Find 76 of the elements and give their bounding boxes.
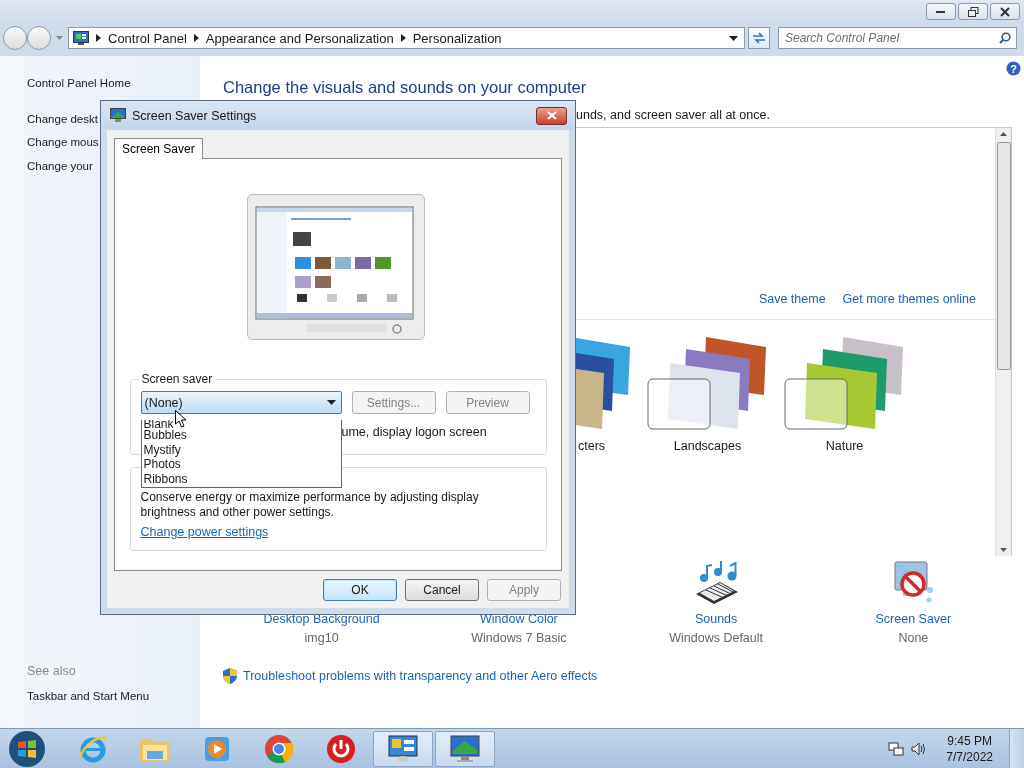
scroll-up-arrow-icon[interactable] [1000, 132, 1007, 136]
breadcrumb[interactable]: Appearance and Personalization [205, 30, 394, 46]
speaker-icon[interactable] [910, 740, 927, 757]
theme-name[interactable]: Nature [825, 439, 864, 453]
tab[interactable]: Screen Saver [114, 138, 203, 159]
setting-link[interactable]: Screen Saver [875, 612, 952, 626]
control-panel-icon [73, 31, 89, 45]
screen-saver-dropdown[interactable]: (None) [140, 391, 342, 414]
dropdown-arrow-icon[interactable] [729, 35, 738, 41]
breadcrumb[interactable]: Control Panel [108, 30, 187, 46]
help-icon[interactable]: ? [1006, 61, 1021, 76]
power-icon [326, 733, 356, 764]
dialog-button[interactable]: OK [323, 579, 397, 601]
change-power-settings-link[interactable]: Change power settings [140, 525, 269, 539]
theme-link[interactable]: Save theme [758, 292, 826, 306]
dialog-button[interactable]: Cancel [405, 579, 479, 601]
dropdown-option[interactable]: Ribbons [143, 471, 341, 486]
page-heading: Change the visuals and sounds on your computer [223, 78, 588, 97]
dropdown-option[interactable]: Blank [143, 420, 174, 428]
sidebar-link[interactable]: Change your [27, 154, 93, 178]
sidebar-link[interactable]: Change deskt [27, 107, 98, 131]
dropdown-option[interactable]: Bubbles [143, 428, 341, 443]
power-description: Conserve energy or maximize performance by adjusting display brightness and other power settings. [140, 490, 480, 520]
search-field[interactable]: Search Control Panel [778, 27, 1017, 49]
setting-link[interactable]: Desktop Background [263, 612, 380, 626]
start-orb-icon[interactable] [8, 729, 46, 768]
see-also-heading: See also [27, 663, 76, 678]
taskbar-button[interactable] [373, 730, 433, 767]
scrollbar[interactable] [995, 128, 1011, 556]
close-button[interactable] [990, 3, 1020, 20]
monitor-icon [110, 108, 126, 123]
close-button[interactable] [536, 106, 567, 125]
monitor-icon [450, 734, 480, 763]
setting-link[interactable]: Sounds [694, 612, 738, 626]
chevron-right-icon[interactable] [193, 34, 199, 42]
setting-value: Windows 7 Basic [471, 631, 567, 645]
setting-value: img10 [304, 631, 339, 645]
taskbar-button[interactable] [435, 730, 495, 767]
chrome-logo-icon [264, 733, 294, 764]
theme-name[interactable]: cters [578, 439, 606, 453]
scroll-down-arrow-icon[interactable] [1000, 548, 1007, 552]
letter-e-globe-icon [78, 733, 108, 764]
refresh-button[interactable] [748, 27, 770, 49]
theme-link[interactable]: Get more themes online [842, 292, 976, 306]
recent-pages-icon[interactable] [56, 36, 63, 40]
control-panel-icon [388, 734, 418, 763]
play-button-icon [204, 735, 230, 762]
restore-button[interactable] [958, 3, 988, 20]
shield-icon [223, 668, 237, 684]
minimize-button[interactable] [926, 3, 956, 20]
restore-icon [967, 6, 979, 17]
search-icon[interactable] [999, 32, 1011, 44]
sidebar-link[interactable]: Control Panel Home [27, 72, 131, 96]
refresh-arrows-icon [752, 32, 766, 44]
network-icon[interactable] [888, 740, 905, 757]
breadcrumb[interactable]: Personalization [412, 30, 502, 46]
dialog-title: Screen Saver Settings [132, 108, 257, 123]
troubleshoot-link[interactable]: Troubleshoot problems with transparency and other Aero effects [243, 669, 598, 683]
close-icon [1000, 6, 1010, 17]
setting-value: None [898, 631, 929, 645]
dropdown-arrow-icon [326, 400, 336, 405]
close-icon [546, 111, 557, 120]
logon-checkbox-label: ume, display logon screen [341, 425, 487, 439]
sidebar-link[interactable]: Taskbar and Start Menu [27, 684, 150, 708]
dropdown-option[interactable]: Mystify [143, 442, 341, 457]
chevron-right-icon[interactable] [96, 34, 101, 42]
address-bar[interactable]: Control Panel Appearance and Personalization Personalization [68, 27, 745, 49]
clock[interactable]: 9:45 PM 7/7/2022 [946, 732, 993, 765]
setting-value: Windows Default [669, 631, 763, 645]
chevron-right-icon[interactable] [400, 34, 406, 42]
theme-name[interactable]: Landscapes [673, 439, 742, 453]
dropdown-option[interactable]: Photos [143, 457, 341, 472]
description-text: unds, and screen saver all at once. [576, 108, 771, 122]
back-forward-buttons[interactable] [3, 26, 51, 50]
sidebar-link[interactable]: Change mous [27, 131, 99, 155]
group-label: Screen saver [140, 372, 214, 386]
